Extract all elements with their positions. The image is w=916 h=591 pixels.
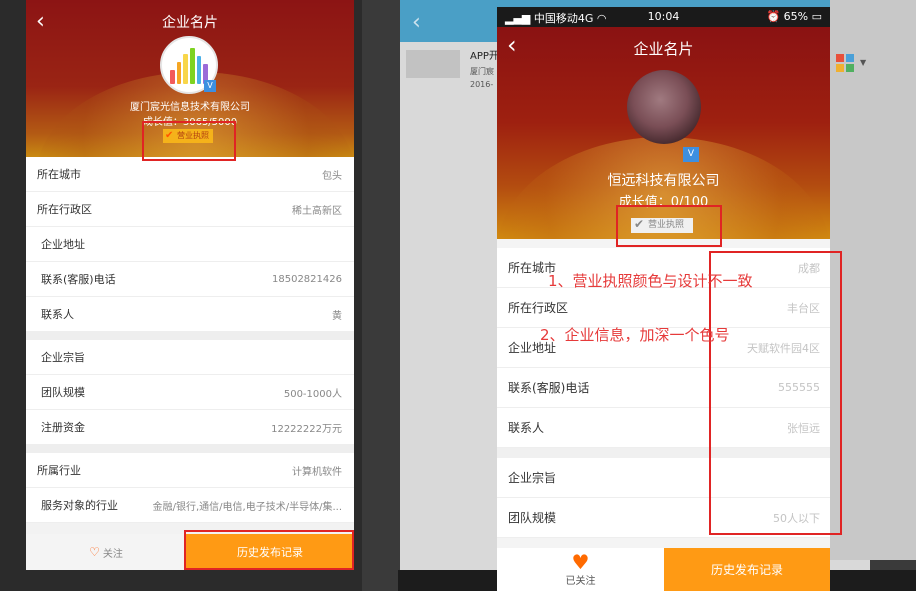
follow-button[interactable]: ♡ 关注	[26, 534, 186, 570]
row-label: 企业宗旨	[41, 351, 85, 364]
info-row-city: 所在城市 包头	[26, 157, 354, 192]
followed-label: 已关注	[565, 576, 596, 587]
company-name: 恒远科技有限公司	[607, 173, 720, 189]
background-app-title: APP开	[470, 51, 499, 62]
verified-badge-icon: V	[204, 80, 216, 92]
left-phone-screen: ‹ 企业名片 V 厦门宸光信息技术有限公司 成长值：3065/5000 ✔ 营业…	[26, 0, 354, 570]
bar-chart-logo-icon	[170, 46, 209, 84]
background-right-panel	[830, 0, 916, 560]
annotation-box-values	[709, 251, 842, 535]
verified-badge-icon: V	[683, 147, 699, 162]
row-label: 企业宗旨	[508, 471, 557, 485]
heart-filled-icon: ♥	[571, 550, 590, 574]
history-posts-button[interactable]: 历史发布记录	[664, 548, 830, 591]
bottom-action-bar: ♥ 已关注 历史发布记录	[497, 548, 830, 591]
background-app-date: 2016-	[470, 80, 494, 89]
row-label: 企业地址	[41, 238, 85, 251]
annotation-note-1: 1、营业执照颜色与设计不一致	[548, 272, 753, 290]
row-label: 所在行政区	[508, 301, 569, 315]
info-row-address: 企业地址	[26, 227, 354, 262]
row-label: 联系人	[508, 421, 545, 435]
status-bar: ▂▄▆ 中国移动4G ◠ 10:04 ⏰ 65% ▭	[497, 7, 830, 27]
company-name: 厦门宸光信息技术有限公司	[130, 102, 250, 113]
info-row-mission: 企业宗旨	[26, 340, 354, 375]
row-label: 所在城市	[37, 168, 81, 181]
heart-outline-icon: ♡	[89, 545, 100, 559]
page-title: 企业名片	[633, 40, 694, 58]
row-value: 计算机软件	[292, 466, 342, 478]
chevron-down-icon[interactable]: ▼	[860, 58, 866, 67]
row-value: 黄	[332, 310, 342, 322]
company-avatar	[627, 70, 701, 144]
section-divider	[26, 332, 354, 340]
grid-view-icon[interactable]	[836, 54, 854, 72]
row-value: 金融/银行,通信/电信,电子技术/半导体/集...	[152, 501, 342, 513]
row-label: 联系(客服)电话	[508, 381, 590, 395]
row-label: 团队规模	[41, 386, 85, 399]
row-value: 500-1000人	[283, 388, 342, 400]
page-title: 企业名片	[162, 15, 218, 31]
annotation-box-license	[616, 205, 722, 247]
info-row-phone[interactable]: 联系(客服)电话 18502821426	[26, 262, 354, 297]
row-label: 联系(客服)电话	[41, 273, 116, 286]
info-row-capital: 注册资金 12222222万元	[26, 410, 354, 445]
row-label: 服务对象的行业	[41, 499, 118, 512]
company-info-list: 所在城市 包头 所在行政区 稀土高新区 企业地址 联系(客服)电话 185028…	[26, 157, 354, 523]
row-label: 联系人	[41, 308, 74, 321]
row-label: 所在行政区	[37, 203, 92, 216]
annotation-box-license	[142, 121, 236, 161]
battery-label: ⏰ 65% ▭	[766, 10, 822, 23]
row-value: 12222222万元	[271, 423, 342, 435]
battery-icon: ▭	[811, 10, 822, 23]
info-row-team-size: 团队规模 500-1000人	[26, 375, 354, 410]
followed-button[interactable]: ♥ 已关注	[497, 548, 664, 591]
section-divider	[26, 445, 354, 453]
background-app-subtitle: 厦门宸	[470, 67, 494, 76]
annotation-note-2: 2、企业信息，加深一个色号	[540, 326, 730, 344]
row-label: 注册资金	[41, 421, 85, 434]
info-row-served-industries: 服务对象的行业 金融/银行,通信/电信,电子技术/半导体/集...	[26, 488, 354, 523]
row-value: 稀土高新区	[292, 205, 342, 217]
follow-label: 关注	[102, 548, 123, 560]
info-row-contact: 联系人 黄	[26, 297, 354, 332]
info-row-industry: 所属行业 计算机软件	[26, 453, 354, 488]
row-value: 18502821426	[272, 273, 342, 285]
row-value: 包头	[322, 170, 342, 182]
info-row-district: 所在行政区 稀土高新区	[26, 192, 354, 227]
row-label: 团队规模	[508, 511, 557, 525]
alarm-icon: ⏰	[766, 10, 781, 23]
background-back-icon[interactable]: ‹	[412, 12, 421, 34]
annotation-box-history	[184, 530, 354, 570]
background-thumbnail	[406, 50, 460, 78]
row-label: 所属行业	[37, 464, 81, 477]
